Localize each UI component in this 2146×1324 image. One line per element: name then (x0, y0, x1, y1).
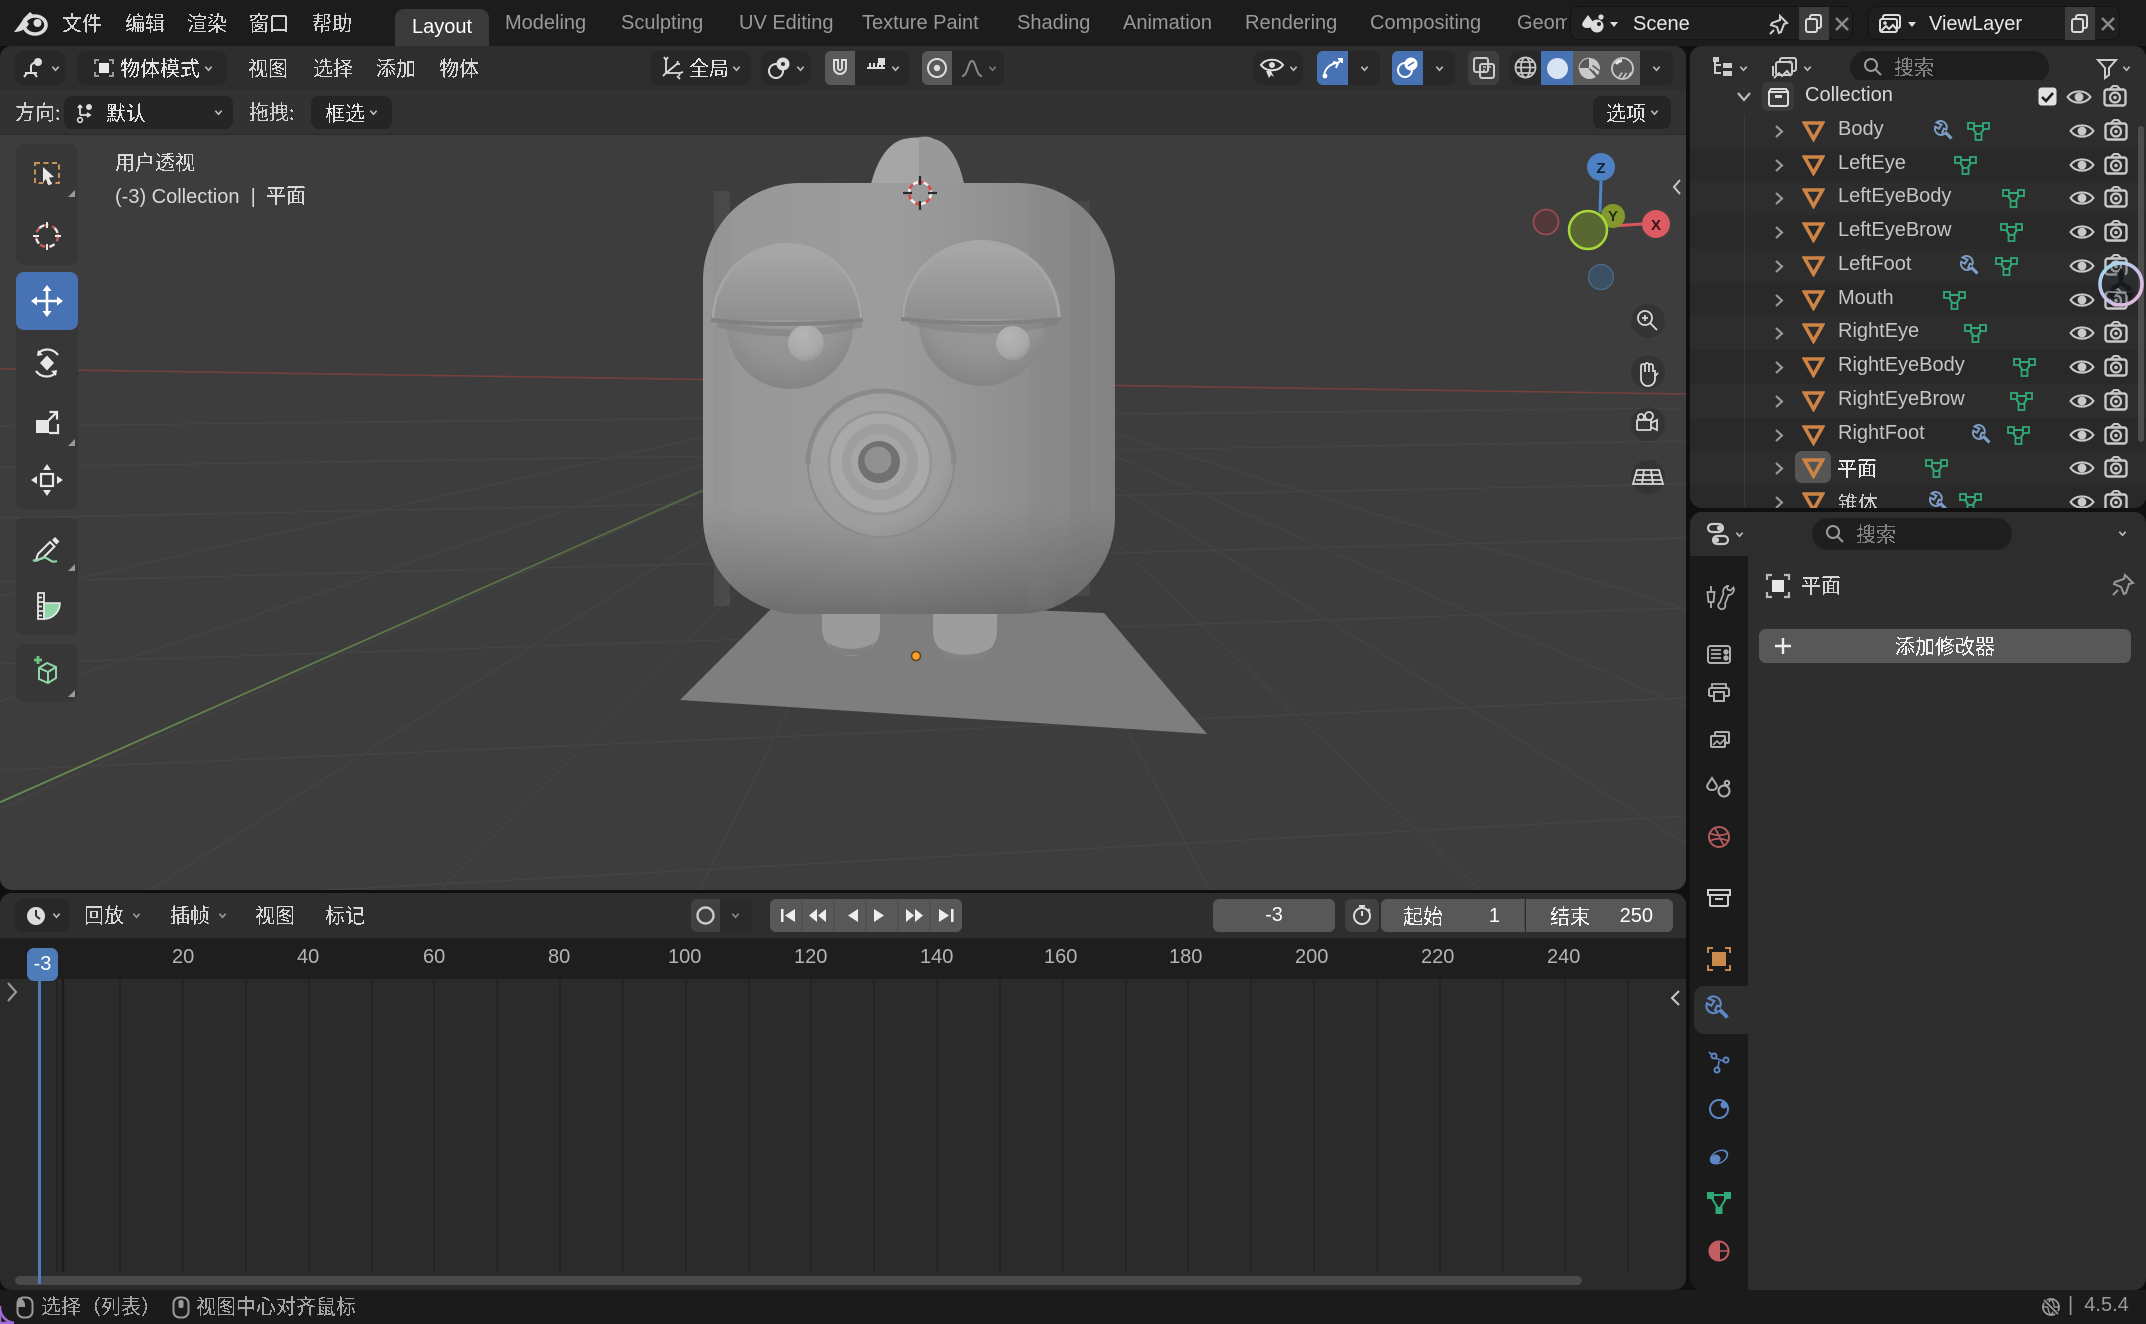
svg-text:Y: Y (1608, 208, 1618, 225)
svg-text:Z: Z (1596, 160, 1605, 177)
svg-text:X: X (1651, 217, 1661, 234)
